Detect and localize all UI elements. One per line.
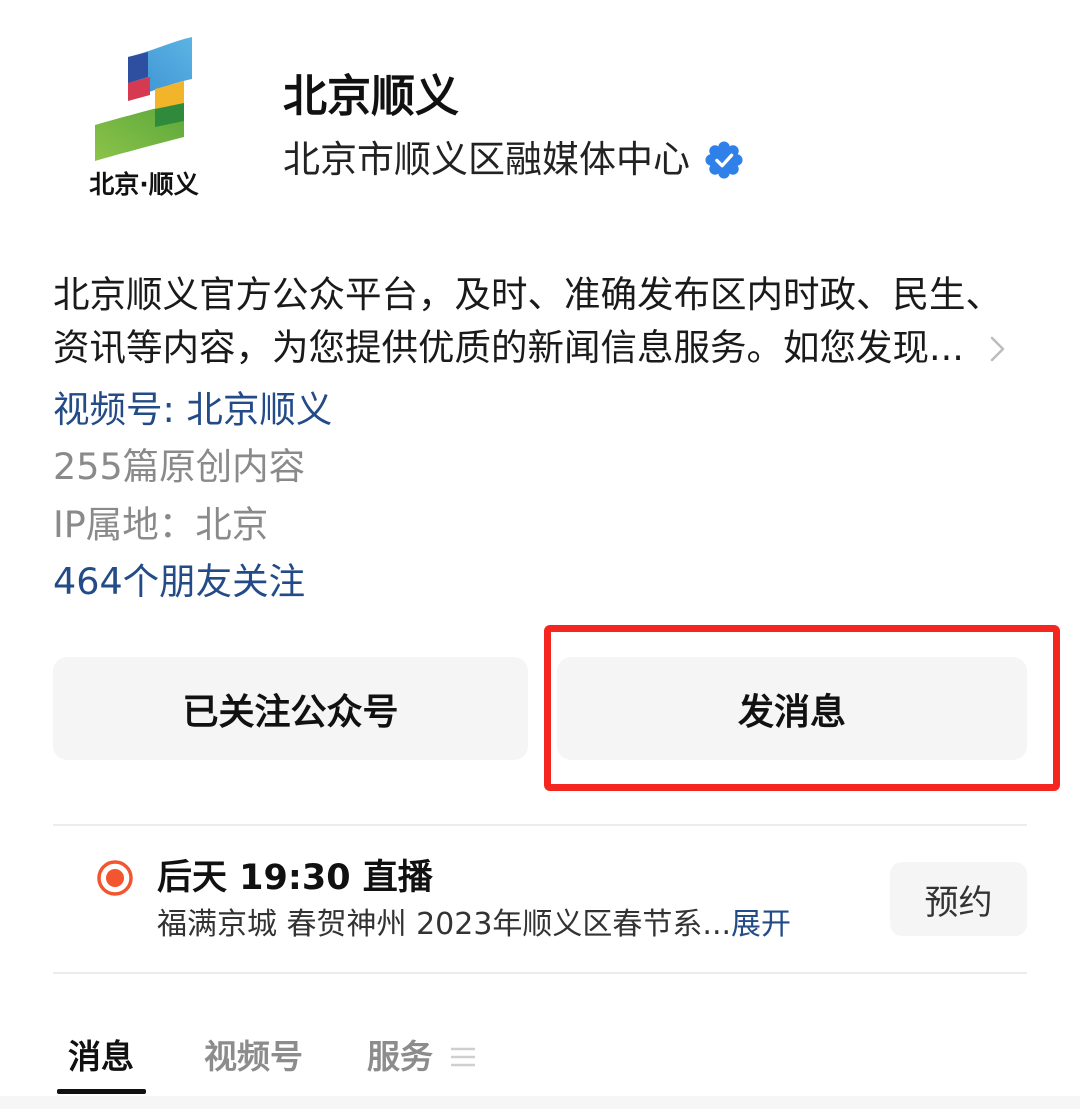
tab-messages[interactable]: 消息 [68, 1033, 134, 1081]
active-tab-indicator [57, 1089, 146, 1094]
highlight-box [544, 625, 1060, 791]
live-summary[interactable]: 福满京城 春贺神州 2023年顺义区春节系...展开 [157, 904, 791, 946]
followed-button[interactable]: 已关注公众号 [53, 657, 528, 760]
description-line: 资讯等内容，为您提供优质的新闻信息服务。如您发现... [53, 326, 964, 369]
ip-location: IP属地：北京 [53, 503, 269, 546]
account-logo[interactable]: 北京·顺义 [78, 33, 213, 199]
tab-channels[interactable]: 视频号 [204, 1033, 303, 1081]
expand-link[interactable]: 展开 [731, 907, 791, 942]
menu-lines-icon[interactable] [450, 1046, 476, 1068]
verified-badge-icon[interactable] [705, 141, 743, 179]
logo-text: 北京·顺义 [89, 170, 199, 198]
original-count: 255篇原创内容 [53, 445, 306, 488]
live-record-icon [97, 860, 133, 896]
divider [53, 972, 1027, 974]
description-line: 北京顺义官方公众平台，及时、准确发布区内时政、民生、 [53, 273, 1002, 316]
live-summary-text: 福满京城 春贺神州 2023年顺义区春节系... [157, 907, 732, 942]
logo-graphic: 北京·顺义 [89, 37, 199, 199]
account-description[interactable]: 北京顺义官方公众平台，及时、准确发布区内时政、民生、 资讯等内容，为您提供优质的… [53, 268, 1043, 374]
account-name: 北京顺义 [283, 71, 459, 122]
channels-link[interactable]: 视频号: 北京顺义 [53, 384, 332, 436]
friends-following-link[interactable]: 464个朋友关注 [53, 556, 305, 608]
account-org: 北京市顺义区融媒体中心 [283, 138, 690, 181]
bottom-band [0, 1096, 1080, 1109]
chevron-right-icon[interactable] [989, 335, 1007, 363]
reserve-button[interactable]: 预约 [890, 862, 1027, 936]
tab-services[interactable]: 服务 [367, 1033, 433, 1081]
live-time-label[interactable]: 后天 19:30 直播 [157, 854, 433, 902]
account-org-row[interactable]: 北京市顺义区融媒体中心 [283, 137, 743, 183]
divider [53, 824, 1027, 826]
